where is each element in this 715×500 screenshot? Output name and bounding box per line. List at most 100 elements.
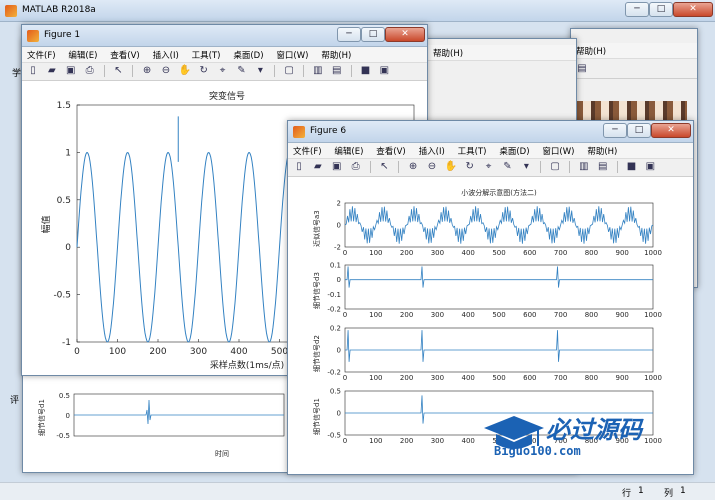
figure1-maximize-button[interactable]: □ [361, 27, 385, 42]
subplot-xtick-label: 900 [616, 311, 629, 319]
figure6-chart-title: 小波分解示意图(方法二) [461, 188, 537, 197]
watermark-logo: 必过源码 Biguo100.com [482, 410, 682, 460]
figure1-close-button[interactable]: ✕ [385, 27, 425, 42]
zoom-in-icon[interactable]: ⊕ [141, 65, 153, 77]
link-plot-icon[interactable]: ▢ [283, 65, 295, 77]
open-folder-icon[interactable]: ▰ [46, 65, 58, 77]
menu-window[interactable]: 窗口(W) [537, 143, 579, 159]
legend-icon[interactable]: ▤ [597, 161, 609, 173]
figure1-xtick-label: 300 [190, 347, 207, 357]
menu-insert[interactable]: 插入(I) [148, 47, 184, 63]
toolbar-separator [132, 65, 134, 77]
legend-icon[interactable]: ▤ [331, 65, 343, 77]
subplot-xtick-label: 800 [585, 249, 598, 257]
figure6-toolbar: ▯ ▰ ▣ ⎙ ↖ ⊕ ⊖ ✋ ↻ ⌖ ✎ ▾ ▢ ▥ ▤ ■ ▣ [288, 159, 693, 177]
subplot-xtick-label: 500 [492, 311, 505, 319]
subplot-xtick-label: 0 [343, 249, 347, 257]
new-file-icon[interactable]: ▯ [293, 161, 305, 173]
subplot-xtick-label: 100 [369, 249, 382, 257]
subplot-xtick-label: 1000 [644, 249, 662, 257]
pan-icon[interactable]: ✋ [445, 161, 457, 173]
brush-icon[interactable]: ✎ [236, 65, 248, 77]
matlab-titlebar: MATLAB R2018a ─ □ ✕ [0, 0, 715, 22]
subplot-xtick-label: 500 [492, 249, 505, 257]
figure1-ytick-label: -1 [62, 338, 71, 348]
link-plot-icon[interactable]: ▢ [549, 161, 561, 173]
pointer-icon[interactable]: ↖ [378, 161, 390, 173]
figure1-ylabel: 幅值 [40, 215, 52, 233]
subplot-xtick-label: 300 [431, 249, 444, 257]
zoom-out-icon[interactable]: ⊖ [426, 161, 438, 173]
figure1-xtick-label: 100 [109, 347, 126, 357]
save-icon[interactable]: ▣ [331, 161, 343, 173]
subplot-xtick-label: 700 [554, 374, 567, 382]
print-icon[interactable]: ⎙ [350, 161, 362, 173]
rotate-icon[interactable]: ↻ [198, 65, 210, 77]
dropdown-arrow-icon[interactable]: ▾ [520, 161, 532, 173]
subplot-ytick-label: 0.5 [330, 388, 341, 396]
zoom-out-icon[interactable]: ⊖ [160, 65, 172, 77]
menu-help-behind-1[interactable]: 帮助(H) [428, 45, 468, 61]
subplot-xtick-label: 700 [554, 311, 567, 319]
subplot-xtick-label: 100 [369, 437, 382, 445]
close-button[interactable]: ✕ [673, 2, 713, 17]
watermark-url: Biguo100.com [494, 444, 581, 458]
figure1-toolbar: ▯ ▰ ▣ ⎙ ↖ ⊕ ⊖ ✋ ↻ ⌖ ✎ ▾ ▢ ▥ ▤ ■ ▣ [22, 63, 427, 81]
hide-plot-tools-icon[interactable]: ■ [360, 65, 372, 77]
show-plot-tools-icon[interactable]: ▣ [644, 161, 656, 173]
colorbar-icon[interactable]: ▥ [578, 161, 590, 173]
subplot-signal-line [345, 330, 653, 362]
new-file-icon[interactable]: ▯ [27, 65, 39, 77]
maximize-button[interactable]: □ [649, 2, 673, 17]
menu-edit[interactable]: 编辑(E) [329, 143, 368, 159]
menu-tools[interactable]: 工具(T) [187, 47, 226, 63]
print-icon[interactable]: ⎙ [84, 65, 96, 77]
hide-plot-tools-icon[interactable]: ■ [626, 161, 638, 173]
menu-help[interactable]: 帮助(H) [316, 47, 356, 63]
subplot-ytick-label: 0.2 [330, 325, 341, 333]
menu-insert[interactable]: 插入(I) [414, 143, 450, 159]
pointer-icon[interactable]: ↖ [112, 65, 124, 77]
subplot-xtick-label: 400 [462, 437, 475, 445]
pan-icon[interactable]: ✋ [179, 65, 191, 77]
figure6-close-button[interactable]: ✕ [651, 123, 691, 138]
menu-file[interactable]: 文件(F) [22, 47, 61, 63]
menu-help[interactable]: 帮助(H) [582, 143, 622, 159]
brush-icon[interactable]: ✎ [502, 161, 514, 173]
subplot-xtick-label: 100 [369, 374, 382, 382]
minimize-button[interactable]: ─ [625, 2, 649, 17]
toolbar-separator [303, 65, 304, 77]
toolbar-separator [616, 161, 618, 173]
subplot-ytick-label: 2 [337, 200, 341, 208]
dropdown-arrow-icon[interactable]: ▾ [254, 65, 266, 77]
figure1-xtick-label: 400 [230, 347, 247, 357]
menu-desktop[interactable]: 桌面(D) [494, 143, 534, 159]
figure6-maximize-button[interactable]: □ [627, 123, 651, 138]
subplot-ytick-label: 0 [337, 347, 341, 355]
data-cursor-icon[interactable]: ⌖ [483, 161, 495, 173]
figure6-minimize-button[interactable]: ─ [603, 123, 627, 138]
colorbar-icon[interactable]: ▥ [312, 65, 324, 77]
status-col-value: 1 [680, 486, 686, 496]
subplot-xtick-label: 300 [431, 437, 444, 445]
save-icon[interactable]: ▣ [65, 65, 77, 77]
menu-edit[interactable]: 编辑(E) [63, 47, 102, 63]
menu-window[interactable]: 窗口(W) [271, 47, 313, 63]
open-folder-icon[interactable]: ▰ [312, 161, 324, 173]
menu-desktop[interactable]: 桌面(D) [228, 47, 268, 63]
data-cursor-icon[interactable]: ⌖ [217, 65, 229, 77]
figure1-menubar: 文件(F) 编辑(E) 查看(V) 插入(I) 工具(T) 桌面(D) 窗口(W… [22, 47, 427, 63]
figure1-minimize-button[interactable]: ─ [337, 27, 361, 42]
subplot-xtick-label: 300 [431, 374, 444, 382]
menu-view[interactable]: 查看(V) [371, 143, 410, 159]
menu-help-behind-2[interactable]: 帮助(H) [571, 43, 611, 59]
show-plot-tools-icon[interactable]: ▣ [378, 65, 390, 77]
zoom-in-icon[interactable]: ⊕ [407, 161, 419, 173]
rotate-icon[interactable]: ↻ [464, 161, 476, 173]
toolbar-separator [540, 161, 542, 173]
menu-file[interactable]: 文件(F) [288, 143, 327, 159]
menu-view[interactable]: 查看(V) [105, 47, 144, 63]
menu-tools[interactable]: 工具(T) [453, 143, 492, 159]
colorbar-icon[interactable]: ▤ [576, 63, 588, 75]
subplot-xtick-label: 600 [523, 249, 536, 257]
